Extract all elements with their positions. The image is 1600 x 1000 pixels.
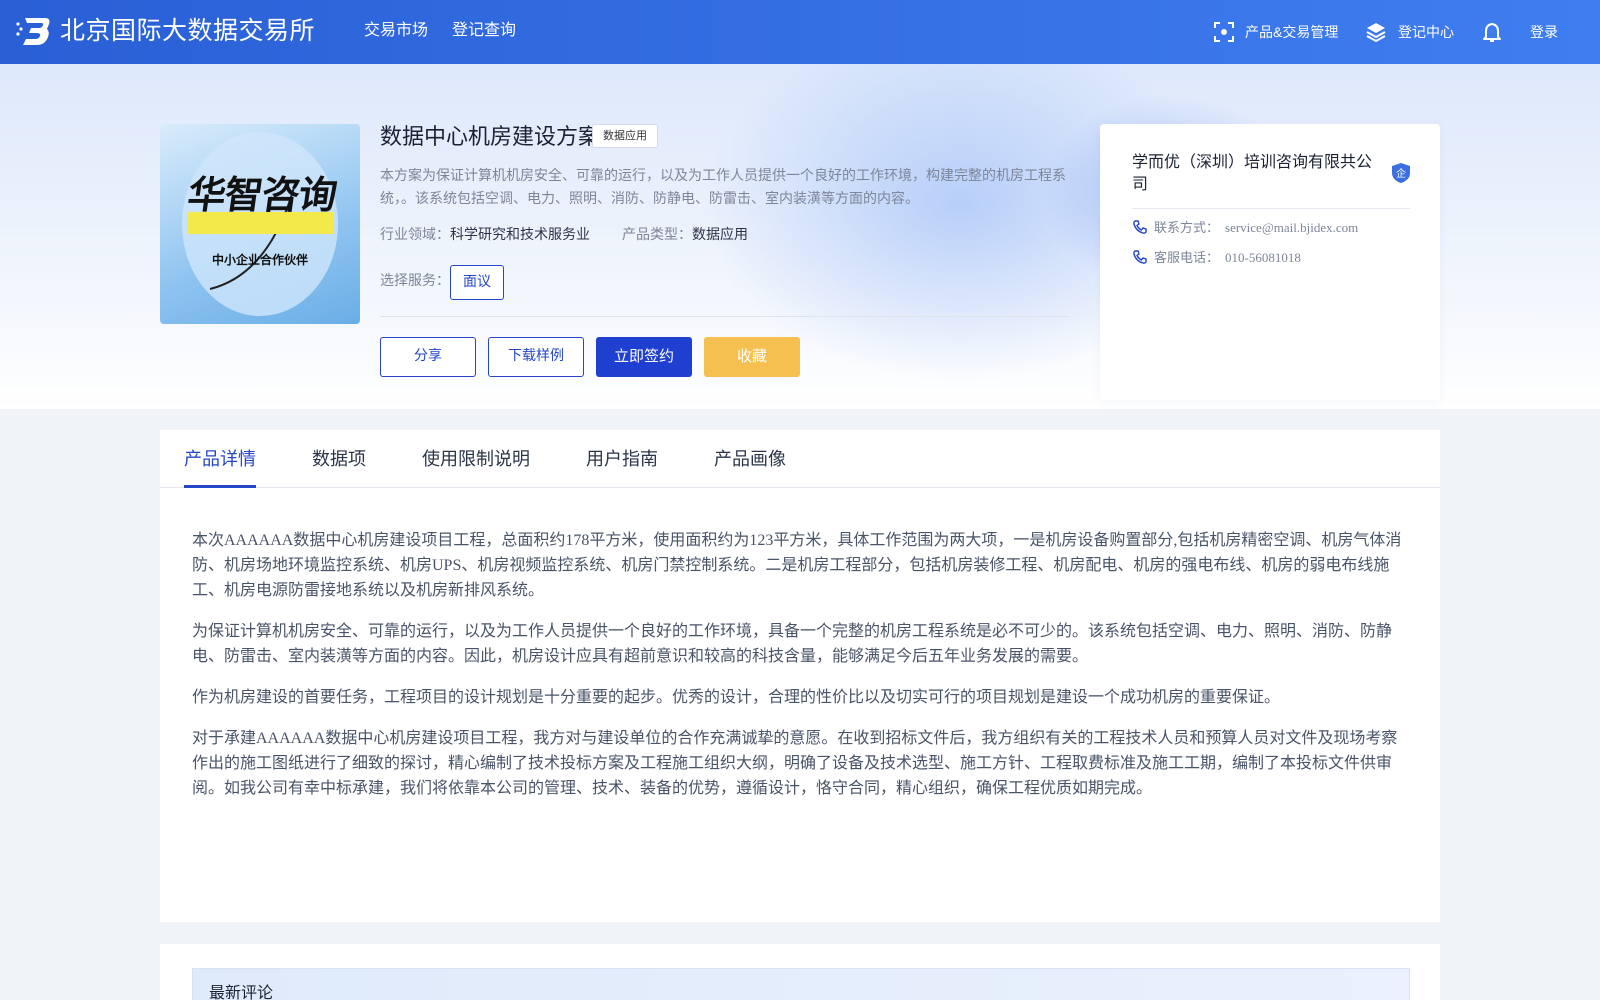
industry-value: 科学研究和技术服务业 xyxy=(450,228,590,243)
registration-center-link[interactable]: 登记中心 xyxy=(1398,21,1454,43)
company-card: 学而优（深圳）培训咨询有限共公司 企 联系方式： service@mail.bji… xyxy=(1100,124,1440,400)
product-type-field: 产品类型：数据应用 xyxy=(622,225,748,247)
site-name[interactable]: 北京国际大数据交易所 xyxy=(60,14,315,48)
tab-product-details[interactable]: 产品详情 xyxy=(184,447,256,471)
comments-header: 最新评论 xyxy=(192,968,1410,1000)
nav-trading-market[interactable]: 交易市场 xyxy=(364,20,428,42)
industry-label: 行业领域： xyxy=(380,228,450,243)
tab-bar: 产品详情 数据项 使用限制说明 用户指南 产品画像 xyxy=(160,430,1440,488)
service-select-label: 选择服务： xyxy=(380,274,450,289)
scan-icon xyxy=(1214,22,1234,42)
content-paragraph: 为保证计算机机房安全、可靠的运行，以及为工作人员提供一个良好的工作环境，具备一个… xyxy=(192,623,1393,665)
product-thumbnail: 华智咨询 中小企业合作伙伴 xyxy=(160,124,360,324)
product-thumbnail-art xyxy=(182,132,338,316)
tab-data-items[interactable]: 数据项 xyxy=(312,447,366,471)
comments-section: 最新评论 xyxy=(160,944,1440,1000)
phone-icon xyxy=(1133,220,1147,234)
bell-icon[interactable] xyxy=(1480,20,1504,44)
content-paragraph: 对于承建AAAAAA数据中心机房建设项目工程，我方对与建设单位的合作充满诚挚的意… xyxy=(192,730,1398,797)
login-link[interactable]: 登录 xyxy=(1530,21,1558,43)
favorite-button[interactable]: 收藏 xyxy=(704,337,800,377)
product-title: 数据中心机房建设方案 xyxy=(380,124,601,149)
tab-usage-restrictions[interactable]: 使用限制说明 xyxy=(422,447,530,471)
product-detail-content: 本次AAAAAA数据中心机房建设项目工程，总面积约178平方米，使用面积约为12… xyxy=(192,528,1410,817)
enterprise-badge-icon: 企 xyxy=(1392,163,1410,183)
svg-text:企: 企 xyxy=(1396,167,1406,180)
content-paragraph: 作为机房建设的首要任务，工程项目的设计规划是十分重要的起步。优秀的设计，合理的性… xyxy=(192,689,1281,706)
share-button[interactable]: 分享 xyxy=(380,337,476,377)
contact-label: 联系方式： xyxy=(1154,220,1220,235)
contact-email[interactable]: service@mail.bjidex.com xyxy=(1225,220,1358,235)
sign-now-button[interactable]: 立即签约 xyxy=(596,337,692,377)
thumbnail-brand-text: 华智咨询 xyxy=(184,173,340,217)
phone-label: 客服电话： xyxy=(1154,250,1220,265)
service-phone[interactable]: 010-56081018 xyxy=(1225,250,1301,265)
nav-registration-query[interactable]: 登记查询 xyxy=(452,20,516,42)
layers-icon xyxy=(1366,23,1386,43)
active-tab-indicator xyxy=(184,485,256,488)
product-type-label: 产品类型： xyxy=(622,228,692,243)
industry-field: 行业领域：科学研究和技术服务业 xyxy=(380,225,590,247)
download-sample-button[interactable]: 下载样例 xyxy=(488,337,584,377)
top-header: 北京国际大数据交易所 交易市场 登记查询 产品&交易管理 登记中心 登录 xyxy=(0,0,1600,64)
thumbnail-slogan-text: 中小企业合作伙伴 xyxy=(211,253,308,267)
exchange-logo-icon[interactable] xyxy=(15,15,53,47)
product-category-tag: 数据应用 xyxy=(592,124,658,148)
phone-icon xyxy=(1133,250,1147,264)
tab-user-guide[interactable]: 用户指南 xyxy=(586,447,658,471)
product-trade-management-link[interactable]: 产品&交易管理 xyxy=(1245,21,1338,43)
company-divider xyxy=(1132,208,1410,209)
tab-product-profile[interactable]: 产品画像 xyxy=(714,447,786,471)
product-description: 本方案为保证计算机机房安全、可靠的运行，以及为工作人员提供一个良好的工作环境，构… xyxy=(380,169,1066,207)
product-type-value: 数据应用 xyxy=(692,228,748,243)
hero-divider xyxy=(380,316,1070,317)
contact-email-row: 联系方式： service@mail.bjidex.com xyxy=(1132,218,1358,238)
contact-phone-row: 客服电话： 010-56081018 xyxy=(1132,248,1301,268)
comments-title: 最新评论 xyxy=(209,985,274,1000)
content-paragraph: 本次AAAAAA数据中心机房建设项目工程，总面积约178平方米，使用面积约为12… xyxy=(192,532,1402,599)
product-detail-panel: 产品详情 数据项 使用限制说明 用户指南 产品画像 本次AAAAAA数据中心机房… xyxy=(160,430,1440,922)
company-name[interactable]: 学而优（深圳）培训咨询有限共公司 xyxy=(1132,152,1380,196)
service-option-negotiable[interactable]: 面议 xyxy=(450,265,504,300)
